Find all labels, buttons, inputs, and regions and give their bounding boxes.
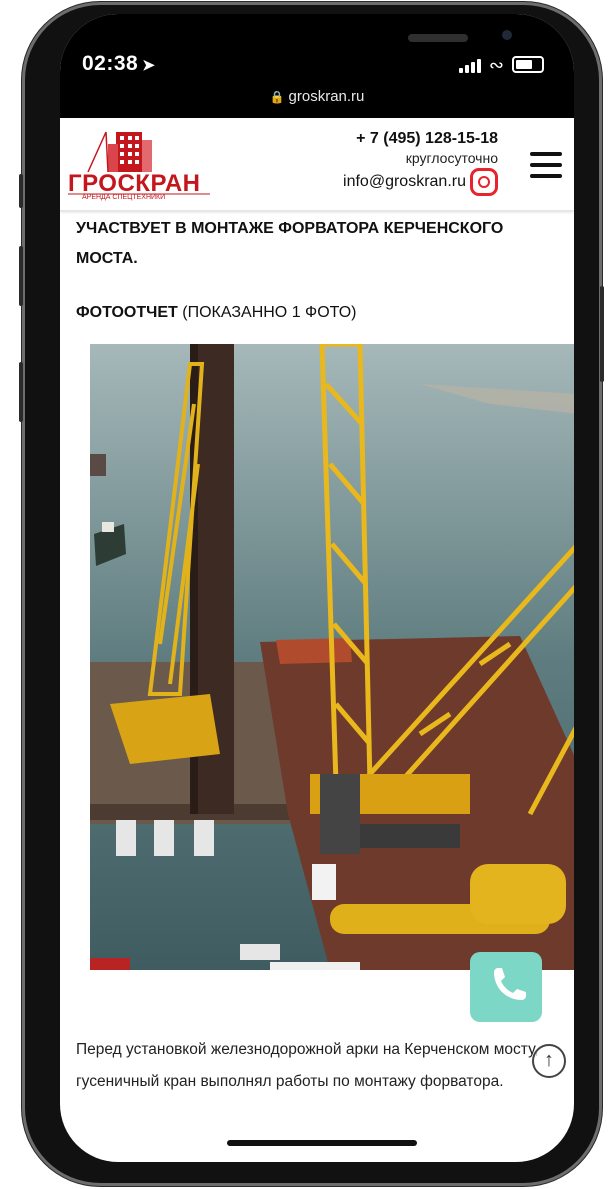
home-indicator (227, 1140, 417, 1146)
report-count: (ПОКАЗАННО 1 ФОТО) (177, 304, 357, 321)
front-camera (502, 30, 512, 40)
volume-up-button (19, 246, 23, 306)
header-contacts: + 7 (495) 128-15-18 круглосуточно info@g… (343, 130, 498, 196)
site-logo[interactable]: ГРОСКРАН АРЕНДА СПЕЦТЕХНИКИ (68, 126, 210, 201)
url-text: groskran.ru (288, 88, 365, 105)
notch (186, 14, 512, 72)
photo-report-label: ФОТООТЧЕТ (ПОКАЗАННО 1 ФОТО) (76, 304, 356, 322)
email-row: info@groskran.ru (343, 168, 498, 196)
call-button[interactable] (470, 952, 542, 1022)
status-icons: ∾ (458, 55, 544, 75)
status-time: 02:38 ➤ (82, 52, 156, 75)
site-header: ГРОСКРАН АРЕНДА СПЕЦТЕХНИКИ + 7 (495) 12… (60, 118, 574, 211)
location-arrow-icon: ➤ (142, 57, 156, 74)
lock-icon: 🔒 (269, 90, 285, 104)
speaker (408, 34, 468, 42)
article-heading: УЧАСТВУЕТ В МОНТАЖЕ ФОРВАТОРА КЕРЧЕНСКОГ… (76, 220, 504, 267)
volume-down-button (19, 362, 23, 422)
crane-photo[interactable] (90, 344, 574, 970)
arrow-up-icon[interactable]: ↑ (532, 1044, 566, 1078)
crane-photo-image (90, 344, 574, 970)
working-hours: круглосуточно (405, 150, 498, 166)
report-label: ФОТООТЧЕТ (76, 304, 178, 321)
logo-subtitle: АРЕНДА СПЕЦТЕХНИКИ (82, 194, 166, 201)
mute-switch (19, 174, 23, 208)
instagram-icon[interactable] (470, 168, 498, 196)
battery-icon (512, 56, 544, 73)
phone-icon (494, 968, 526, 1000)
phone-link[interactable]: + 7 (495) 128-15-18 (343, 130, 498, 148)
email-link[interactable]: info@groskran.ru (343, 173, 466, 190)
status-bar: 02:38 ➤ ∾ 🔒 groskran.ru (60, 14, 574, 118)
address-bar[interactable]: 🔒 groskran.ru (60, 88, 574, 105)
wifi-icon: ∾ (488, 55, 504, 75)
phone-screen: 02:38 ➤ ∾ 🔒 groskran.ru ГРОСКРАН АРЕНДА … (60, 14, 574, 1162)
photo-caption: Перед установкой железнодорожной арки на… (76, 1041, 539, 1090)
power-button (600, 286, 604, 382)
hamburger-icon[interactable] (530, 152, 562, 185)
signal-icon (458, 59, 481, 73)
